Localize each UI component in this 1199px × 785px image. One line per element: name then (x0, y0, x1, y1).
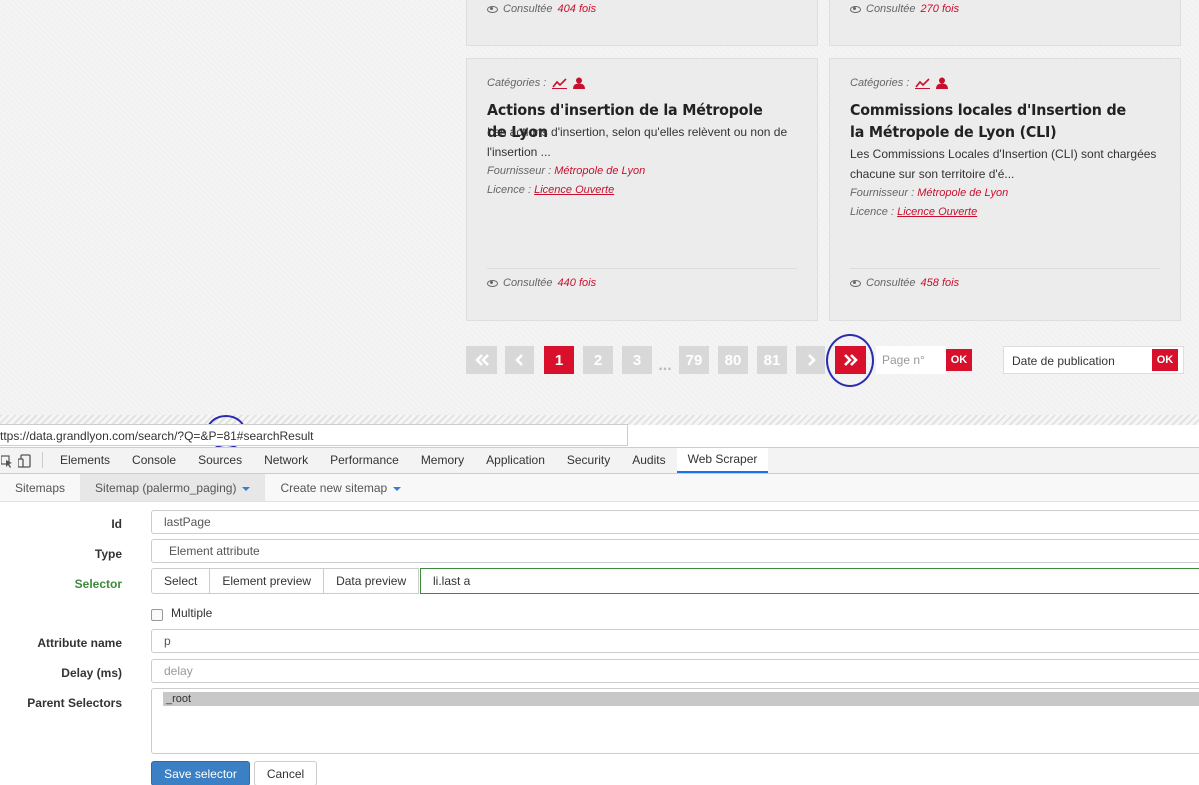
page-button-81[interactable]: 81 (757, 346, 787, 374)
views-count: Consultée 404 fois (487, 3, 596, 15)
divider (487, 268, 797, 269)
double-chevron-right-icon (843, 354, 858, 366)
categories: Catégories : (487, 77, 586, 89)
multiple-checkbox[interactable] (151, 609, 163, 621)
provider-link[interactable]: Métropole de Lyon (917, 187, 1008, 199)
page-button-79[interactable]: 79 (679, 346, 709, 374)
page-button-1[interactable]: 1 (544, 346, 574, 374)
dataset-provider: Fournisseur : Métropole de Lyon (487, 165, 646, 177)
parent-option-root[interactable]: _root (163, 692, 1199, 706)
eye-icon (850, 279, 861, 287)
go-to-page-button[interactable]: OK (946, 349, 972, 371)
parent-selectors-list[interactable]: _root (151, 688, 1199, 754)
devtools-panel: Elements Console Sources Network Perform… (0, 447, 1199, 785)
prev-page-button[interactable] (505, 346, 534, 374)
dataset-card[interactable]: Catégories : Commissions locales d'Inser… (829, 58, 1181, 321)
eye-icon (487, 279, 498, 287)
attribute-name-label: Attribute name (37, 636, 122, 650)
data-preview-button[interactable]: Data preview (323, 568, 420, 594)
dataset-description: Les actions d'insertion, selon qu'elles … (487, 125, 788, 159)
selector-buttons: Select Element preview Data preview (151, 568, 420, 594)
id-input[interactable]: lastPage (151, 510, 1199, 534)
url-status-bar: ttps://data.grandlyon.com/search/?Q=&P=8… (0, 424, 628, 446)
license-link[interactable]: Licence Ouverte (897, 206, 977, 218)
next-page-button[interactable] (796, 346, 825, 374)
selector-input[interactable]: li.last a (420, 568, 1199, 594)
double-chevron-left-icon (474, 354, 489, 366)
attribute-name-input[interactable]: p (151, 629, 1199, 653)
dataset-title[interactable]: Commissions locales d'Insertion de la Mé… (850, 99, 1145, 143)
chevron-left-icon (514, 354, 523, 366)
first-page-button[interactable] (466, 346, 497, 374)
chart-line-icon[interactable] (552, 77, 568, 89)
eye-icon (850, 5, 861, 13)
website-viewport: Consultée 404 fois Consultée 270 fois Ca… (0, 0, 1199, 425)
sort-ok-button[interactable]: OK (1152, 349, 1178, 371)
license-link[interactable]: Licence Ouverte (534, 184, 614, 196)
pagination-ellipsis: ... (658, 357, 672, 374)
views-count: Consultée 440 fois (487, 277, 596, 289)
page-button-80[interactable]: 80 (718, 346, 748, 374)
divider (850, 268, 1160, 269)
dataset-card[interactable]: Consultée 270 fois (829, 0, 1181, 46)
dataset-license: Licence : Licence Ouverte (850, 206, 978, 218)
chevron-right-icon (807, 354, 816, 366)
last-page-button[interactable] (835, 346, 866, 374)
chart-line-icon[interactable] (915, 77, 931, 89)
eye-icon (487, 5, 498, 13)
dataset-card[interactable]: Catégories : Actions d'insertion de la M… (466, 58, 818, 321)
id-label: Id (111, 517, 122, 531)
save-selector-button[interactable]: Save selector (151, 761, 250, 785)
dataset-license: Licence : Licence Ouverte (487, 184, 615, 196)
selector-label: Selector (74, 577, 122, 591)
parent-selectors-label: Parent Selectors (27, 696, 122, 710)
provider-link[interactable]: Métropole de Lyon (554, 165, 645, 177)
selector-form: Id lastPage Type Element attribute Selec… (0, 448, 1199, 785)
type-select[interactable]: Element attribute (151, 539, 1199, 563)
delay-input[interactable]: delay (151, 659, 1199, 683)
dataset-provider: Fournisseur : Métropole de Lyon (850, 187, 1009, 199)
delay-label: Delay (ms) (61, 666, 122, 680)
element-preview-button[interactable]: Element preview (209, 568, 325, 594)
page-number-input[interactable]: Page n° (876, 346, 946, 374)
views-count: Consultée 270 fois (850, 3, 959, 15)
select-button[interactable]: Select (151, 568, 211, 594)
page-button-2[interactable]: 2 (583, 346, 613, 374)
views-count: Consultée 458 fois (850, 277, 959, 289)
type-label: Type (94, 547, 122, 561)
dataset-card[interactable]: Consultée 404 fois (466, 0, 818, 46)
page-button-3[interactable]: 3 (622, 346, 652, 374)
person-icon[interactable] (573, 77, 586, 89)
dataset-description: Les Commissions Locales d'Insertion (CLI… (850, 147, 1157, 181)
categories: Catégories : (850, 77, 949, 89)
person-icon[interactable] (936, 77, 949, 89)
multiple-label: Multiple (171, 606, 213, 620)
cancel-button[interactable]: Cancel (254, 761, 317, 785)
